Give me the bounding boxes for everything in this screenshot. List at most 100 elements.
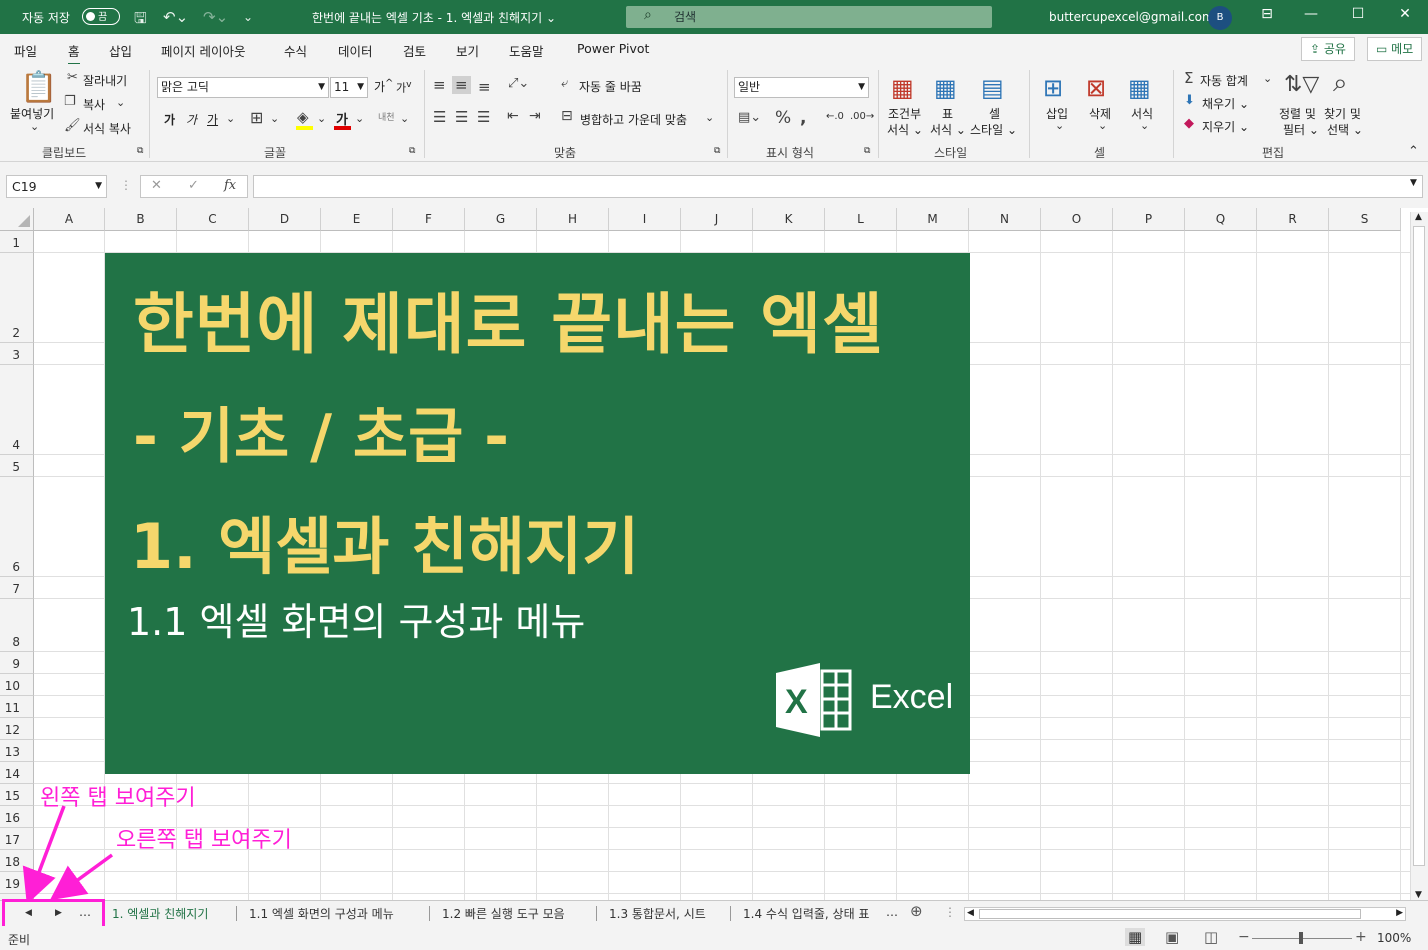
fill-dropdown-icon[interactable]: ⌄ (317, 112, 326, 125)
row-header[interactable]: 1 (0, 231, 34, 253)
cell-styles-button[interactable]: 셀 (989, 105, 1000, 122)
column-header[interactable]: J (681, 208, 753, 231)
format-painter-icon[interactable]: 🖌 (64, 118, 81, 133)
tab-data[interactable]: 데이터 (338, 41, 373, 60)
column-header[interactable]: O (1041, 208, 1113, 231)
increase-indent-icon[interactable]: ⇥ (529, 108, 541, 124)
formula-input[interactable] (253, 175, 1423, 198)
redo-icon[interactable]: ↷⌄ (203, 8, 228, 26)
number-format-select[interactable]: 일반 ▼ (734, 77, 869, 98)
copy-button[interactable]: 복사 (83, 96, 105, 113)
share-button[interactable]: ⇪ 공유 (1301, 37, 1355, 61)
fill-button[interactable]: 채우기 ⌄ (1202, 95, 1249, 112)
account-email[interactable]: buttercupexcel@gmail.com (1049, 10, 1214, 24)
sheet-tab-2[interactable]: 1.1 엑셀 화면의 구성과 메뉴 (249, 905, 394, 922)
merge-center-button[interactable]: 병합하고 가운데 맞춤 (580, 111, 687, 128)
column-header[interactable]: K (753, 208, 825, 231)
clear-button[interactable]: 지우기 ⌄ (1202, 118, 1249, 135)
name-box[interactable]: C19 ▼ (6, 175, 107, 198)
scroll-right-icon[interactable]: ▶ (1396, 908, 1403, 918)
zoom-in-icon[interactable]: + (1355, 929, 1367, 945)
tab-power-pivot[interactable]: Power Pivot (577, 41, 649, 56)
minimize-icon[interactable]: — (1296, 6, 1326, 22)
orientation-icon[interactable]: ⤢⌄ (508, 76, 529, 91)
column-header[interactable]: L (825, 208, 897, 231)
row-header[interactable]: 8 (0, 599, 34, 652)
horizontal-scroll-thumb[interactable] (979, 909, 1361, 919)
tab-formulas[interactable]: 수식 (284, 41, 307, 60)
conditional-format-button[interactable]: 조건부 (888, 105, 921, 122)
align-right-icon[interactable]: ☰ (477, 108, 490, 126)
zoom-level[interactable]: 100% (1377, 931, 1411, 945)
scroll-left-icon[interactable]: ◀ (967, 908, 974, 918)
insert-dropdown-icon[interactable]: ⌄ (1055, 119, 1064, 132)
font-launcher-icon[interactable]: ⧉ (409, 146, 415, 156)
tab-insert[interactable]: 삽입 (109, 41, 132, 60)
decrease-decimal-icon[interactable]: .00→ (850, 111, 874, 122)
delete-dropdown-icon[interactable]: ⌄ (1098, 119, 1107, 132)
format-dropdown-icon[interactable]: ⌄ (1140, 119, 1149, 132)
align-center-icon[interactable]: ☰ (455, 108, 468, 126)
column-header[interactable]: B (105, 208, 177, 231)
fill-color-icon[interactable]: ◈ (297, 108, 309, 126)
row-header[interactable]: 11 (0, 696, 34, 718)
font-color-dropdown-icon[interactable]: ⌄ (355, 112, 364, 125)
normal-view-icon[interactable]: ▦ (1125, 928, 1146, 946)
number-launcher-icon[interactable]: ⧉ (864, 146, 870, 156)
row-header[interactable]: 5 (0, 455, 34, 477)
vertical-scroll-thumb[interactable] (1413, 226, 1425, 866)
customize-qat-icon[interactable]: ⌄ (243, 10, 253, 24)
accounting-format-icon[interactable]: ▤⌄ (738, 110, 761, 125)
new-sheet-icon[interactable]: ⊕ (910, 902, 923, 920)
bold-button[interactable]: 가 (164, 111, 175, 128)
sheet-tab-5[interactable]: 1.4 수식 입력줄, 상태 표 (743, 905, 879, 922)
row-header[interactable]: 14 (0, 762, 34, 784)
row-header[interactable]: 15 (0, 784, 34, 806)
shrink-font-button[interactable]: 가v (396, 79, 412, 96)
column-header[interactable]: H (537, 208, 609, 231)
tab-page-layout[interactable]: 페이지 레이아웃 (161, 41, 245, 60)
column-header[interactable]: F (393, 208, 465, 231)
row-header[interactable]: 13 (0, 740, 34, 762)
cut-icon[interactable]: ✂ (67, 70, 78, 85)
phonetic-icon[interactable]: 내천 (378, 110, 395, 123)
alignment-launcher-icon[interactable]: ⧉ (714, 146, 720, 156)
grow-font-button[interactable]: 가^ (374, 78, 393, 95)
cancel-icon[interactable]: ✕ (151, 178, 162, 193)
insert-function-icon[interactable]: fx (224, 178, 236, 193)
column-header[interactable]: R (1257, 208, 1329, 231)
row-header[interactable]: 10 (0, 674, 34, 696)
column-header[interactable]: A (34, 208, 105, 231)
column-header[interactable]: M (897, 208, 969, 231)
row-header[interactable]: 18 (0, 850, 34, 872)
phonetic-dropdown-icon[interactable]: ⌄ (400, 112, 409, 125)
tab-home[interactable]: 홈 (68, 41, 80, 66)
paste-dropdown-icon[interactable]: ⌄ (30, 120, 39, 133)
merge-dropdown-icon[interactable]: ⌄ (705, 111, 714, 124)
row-header[interactable]: 3 (0, 343, 34, 365)
row-header[interactable]: 4 (0, 365, 34, 455)
column-header[interactable]: E (321, 208, 393, 231)
tab-help[interactable]: 도움말 (509, 41, 544, 60)
search-box[interactable]: ⌕ (626, 6, 992, 28)
row-header[interactable]: 19 (0, 872, 34, 894)
tab-review[interactable]: 검토 (403, 41, 426, 60)
column-header[interactable]: I (609, 208, 681, 231)
row-header[interactable]: 9 (0, 652, 34, 674)
column-header[interactable]: G (465, 208, 537, 231)
tab-view[interactable]: 보기 (456, 41, 479, 60)
vertical-scrollbar[interactable]: ▲ ▼ (1410, 212, 1428, 900)
align-middle-icon[interactable]: ≡ (452, 76, 471, 94)
row-header[interactable]: 16 (0, 806, 34, 828)
paste-icon[interactable]: 📋 (20, 70, 57, 105)
expand-formula-icon[interactable]: ▼ (1410, 178, 1417, 188)
search-input[interactable] (674, 8, 974, 26)
enter-icon[interactable]: ✓ (188, 178, 199, 193)
underline-dropdown-icon[interactable]: ⌄ (226, 112, 235, 125)
align-left-icon[interactable]: ☰ (433, 108, 446, 126)
find-select-button[interactable]: 찾기 및 (1324, 105, 1361, 122)
close-icon[interactable]: ✕ (1390, 6, 1420, 22)
align-bottom-icon[interactable]: ≡ (478, 78, 491, 96)
percent-icon[interactable]: % (775, 108, 791, 128)
autosum-dropdown-icon[interactable]: ⌄ (1263, 72, 1272, 85)
